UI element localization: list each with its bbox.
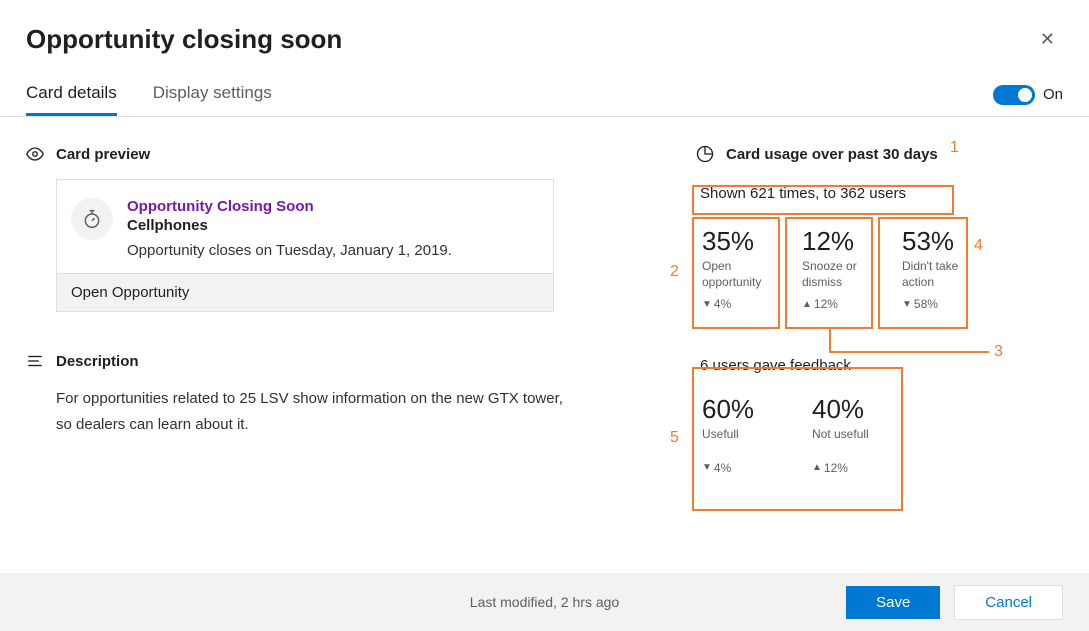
card-preview-heading-text: Card preview	[56, 146, 150, 163]
cancel-button[interactable]: Cancel	[954, 585, 1063, 620]
description-icon	[26, 352, 44, 370]
description-heading: Description	[26, 352, 586, 370]
stopwatch-icon	[71, 198, 113, 240]
last-modified: Last modified, 2 hrs ago	[470, 594, 619, 610]
description-text: For opportunities related to 25 LSV show…	[56, 386, 566, 437]
tabs: Card details Display settings	[26, 73, 272, 116]
usage-heading: Card usage over past 30 days	[696, 145, 1046, 163]
close-icon: ✕	[1040, 29, 1055, 49]
annotation-connector	[829, 329, 831, 351]
annotation-box-2	[692, 217, 780, 329]
right-column: Card usage over past 30 days Shown 621 t…	[696, 145, 1046, 481]
annotation-box-5	[692, 367, 903, 511]
footer: Last modified, 2 hrs ago Save Cancel	[0, 573, 1089, 631]
annotation-box-3	[785, 217, 873, 329]
chart-icon	[696, 145, 714, 163]
preview-card: Opportunity Closing Soon Cellphones Oppo…	[56, 179, 554, 312]
preview-title: Opportunity Closing Soon	[127, 198, 452, 215]
callout-5: 5	[670, 429, 679, 447]
preview-card-content: Opportunity Closing Soon Cellphones Oppo…	[127, 198, 452, 259]
annotation-box-1	[692, 185, 954, 215]
preview-card-top: Opportunity Closing Soon Cellphones Oppo…	[57, 180, 553, 273]
callout-1: 1	[950, 139, 959, 157]
description-heading-text: Description	[56, 353, 139, 370]
annotation-box-4	[878, 217, 968, 329]
left-column: Card preview Opportunity Closing Soon Ce…	[26, 145, 586, 481]
preview-subtitle: Cellphones	[127, 217, 452, 234]
enable-toggle[interactable]	[993, 85, 1035, 105]
header: Opportunity closing soon ✕	[0, 0, 1089, 73]
open-opportunity-button[interactable]: Open Opportunity	[57, 273, 553, 311]
callout-4: 4	[974, 237, 983, 255]
usage-heading-text: Card usage over past 30 days	[726, 146, 938, 163]
callout-3: 3	[994, 343, 1003, 361]
callout-2: 2	[670, 263, 679, 281]
tab-row: Card details Display settings On	[0, 73, 1089, 117]
tab-display-settings[interactable]: Display settings	[153, 73, 272, 116]
card-preview-heading: Card preview	[26, 145, 586, 163]
save-button[interactable]: Save	[846, 586, 940, 619]
preview-body: Opportunity closes on Tuesday, January 1…	[127, 242, 452, 259]
tab-card-details[interactable]: Card details	[26, 73, 117, 116]
preview-icon	[26, 145, 44, 163]
close-button[interactable]: ✕	[1032, 25, 1063, 54]
page-title: Opportunity closing soon	[26, 24, 342, 55]
toggle-label: On	[1043, 86, 1063, 103]
content: Card preview Opportunity Closing Soon Ce…	[0, 117, 1089, 481]
toggle-group: On	[993, 85, 1063, 105]
annotation-connector	[829, 351, 989, 353]
